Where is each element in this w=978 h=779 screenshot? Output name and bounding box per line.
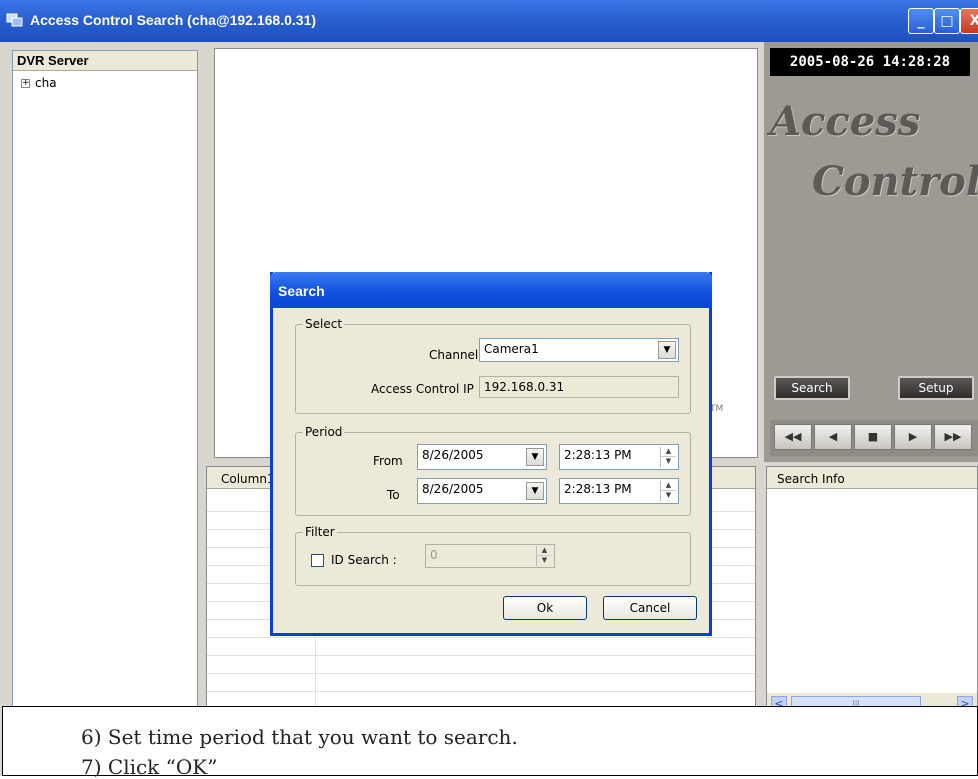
spin-arrows-icon[interactable]: ▲ ▼ [660,447,676,467]
play-icon[interactable]: ▶ [894,424,932,450]
app-window-icon [6,13,23,27]
channel-label: Channel [429,348,479,362]
expand-plus-icon[interactable]: + [21,79,30,88]
clock-display: 2005-08-26 14:28:28 [770,48,970,76]
to-date-value: 8/26/2005 [422,482,484,496]
fast-forward-icon[interactable]: ▶▶ [934,424,972,450]
from-date-picker[interactable]: 8/26/2005 ▼ [417,444,547,470]
brand-line-access: Access [770,98,921,145]
window-title-bar[interactable]: Access Control Search (cha@192.168.0.31)… [0,0,978,42]
chevron-down-icon[interactable]: ▼ [658,341,676,359]
stop-icon[interactable]: ■ [854,424,892,450]
rewind-icon[interactable]: ◀ [814,424,852,450]
ip-field: 192.168.0.31 [479,376,679,398]
window-title: Access Control Search (cha@192.168.0.31) [30,12,317,28]
grid-line [207,691,755,692]
filter-group-label: Filter [303,525,337,539]
instruction-box: 6) Set time period that you want to sear… [2,706,978,779]
from-time-value: 2:28:13 PM [564,448,632,462]
id-search-value: 0 [430,548,438,562]
ip-value: 192.168.0.31 [484,380,565,394]
id-search-field: 0 ▲ ▼ [425,544,555,568]
tree-node-label[interactable]: cha [35,76,57,90]
cancel-button[interactable]: Cancel [603,596,697,620]
chevron-down-icon[interactable]: ▼ [526,482,544,500]
to-date-picker[interactable]: 8/26/2005 ▼ [417,478,547,504]
grid-line [207,655,755,656]
ok-button[interactable]: Ok [503,596,587,620]
id-search-checkbox[interactable] [311,554,324,567]
from-date-value: 8/26/2005 [422,448,484,462]
select-group-label: Select [303,317,345,331]
panel-search-button[interactable]: Search [774,376,850,400]
minimize-button[interactable]: _ [908,8,934,34]
dialog-title: Search [278,283,325,299]
from-label: From [373,454,403,468]
tree-header: DVR Server [13,51,197,71]
channel-select[interactable]: Camera1 ▼ [479,338,679,362]
search-info-header: Search Info [767,467,977,489]
search-info-panel[interactable]: Search Info < III > [766,466,978,716]
grid-line [207,637,755,638]
chevron-down-icon[interactable]: ▼ [526,448,544,466]
instruction-step-7: 7) Click “OK” [81,755,218,779]
period-group-label: Period [303,425,345,439]
search-dialog: Search Select Channel Camera1 ▼ Access C… [270,272,712,636]
maximize-button[interactable]: □ [934,8,960,34]
spin-arrows-icon: ▲ ▼ [536,546,552,566]
ip-label: Access Control IP [371,382,474,396]
to-time-picker[interactable]: 2:28:13 PM ▲ ▼ [559,478,679,504]
panel-setup-button[interactable]: Setup [898,376,974,400]
dialog-title-bar[interactable]: Search [270,272,712,308]
channel-value: Camera1 [484,342,539,356]
instruction-step-6: 6) Set time period that you want to sear… [81,725,518,749]
close-button[interactable]: X [960,8,978,34]
to-time-value: 2:28:13 PM [564,482,632,496]
fast-rewind-icon[interactable]: ◀◀ [774,424,812,450]
from-time-picker[interactable]: 2:28:13 PM ▲ ▼ [559,444,679,470]
brand-line-control: Control [812,158,978,205]
grid-line [207,673,755,674]
spin-arrows-icon[interactable]: ▲ ▼ [660,481,676,501]
to-label: To [387,488,400,502]
dvr-server-tree[interactable]: DVR Server + cha [12,50,198,710]
id-search-label: ID Search : [331,553,397,567]
